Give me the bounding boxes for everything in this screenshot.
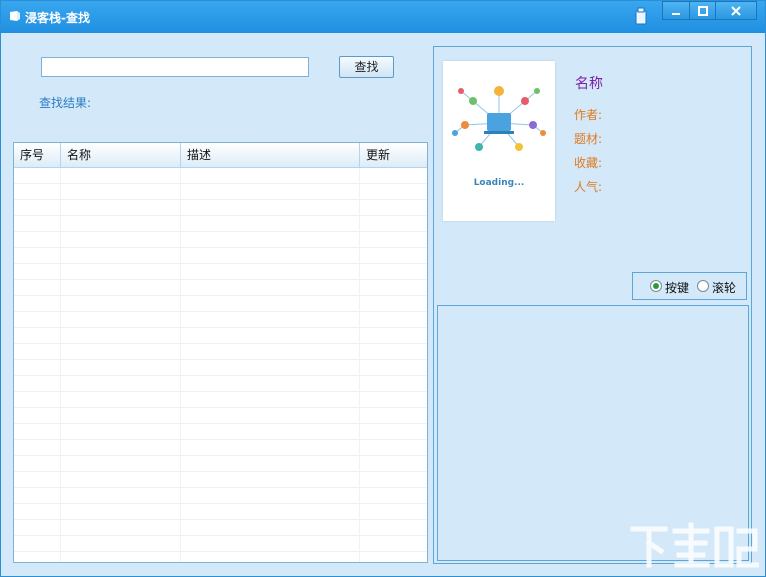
result-table[interactable]: 序号 名称 描述 更新 xyxy=(13,142,428,563)
window-title: 浸客栈-查找 xyxy=(25,11,90,25)
main-window: 浸客栈-查找 查找 查找结果: 序号 名称 描述 更新 Loading... 名… xyxy=(0,0,766,577)
detail-author-label: 作者: xyxy=(574,108,603,122)
title-bar[interactable]: 浸客栈-查找 xyxy=(1,1,765,33)
mode-selector: 按键 滚轮 xyxy=(632,272,747,300)
detail-favorites-label: 收藏: xyxy=(574,156,603,170)
thumbnail-loading-text: Loading... xyxy=(473,178,525,188)
radio-keys[interactable] xyxy=(650,280,662,292)
column-header-index[interactable]: 序号 xyxy=(14,143,61,167)
table-body[interactable] xyxy=(14,168,427,562)
search-button[interactable]: 查找 xyxy=(339,56,394,78)
close-icon xyxy=(731,5,741,16)
radio-wheel-label[interactable]: 滚轮 xyxy=(712,279,736,296)
column-header-name[interactable]: 名称 xyxy=(61,143,181,167)
radio-keys-label[interactable]: 按键 xyxy=(665,279,689,296)
cover-thumbnail[interactable]: Loading... xyxy=(443,61,555,221)
skin-icon[interactable] xyxy=(633,7,649,25)
search-result-label: 查找结果: xyxy=(39,96,92,110)
radio-selected-dot xyxy=(653,283,659,289)
minimize-button[interactable] xyxy=(662,1,690,20)
detail-popularity-label: 人气: xyxy=(574,180,603,194)
close-button[interactable] xyxy=(715,1,757,20)
column-divider xyxy=(60,168,61,562)
network-illustration-icon xyxy=(452,86,546,151)
minimize-icon xyxy=(672,12,680,15)
maximize-button[interactable] xyxy=(689,1,716,20)
table-header: 序号 名称 描述 更新 xyxy=(14,143,427,168)
search-input[interactable] xyxy=(41,57,309,77)
column-header-update[interactable]: 更新 xyxy=(360,143,427,167)
column-header-description[interactable]: 描述 xyxy=(181,143,360,167)
column-divider xyxy=(359,168,360,562)
app-icon xyxy=(10,11,20,21)
radio-wheel[interactable] xyxy=(697,280,709,292)
detail-name: 名称 xyxy=(575,76,603,92)
column-divider xyxy=(180,168,181,562)
watermark-logo xyxy=(630,522,759,568)
maximize-icon xyxy=(697,5,708,16)
detail-theme-label: 题材: xyxy=(574,132,603,146)
